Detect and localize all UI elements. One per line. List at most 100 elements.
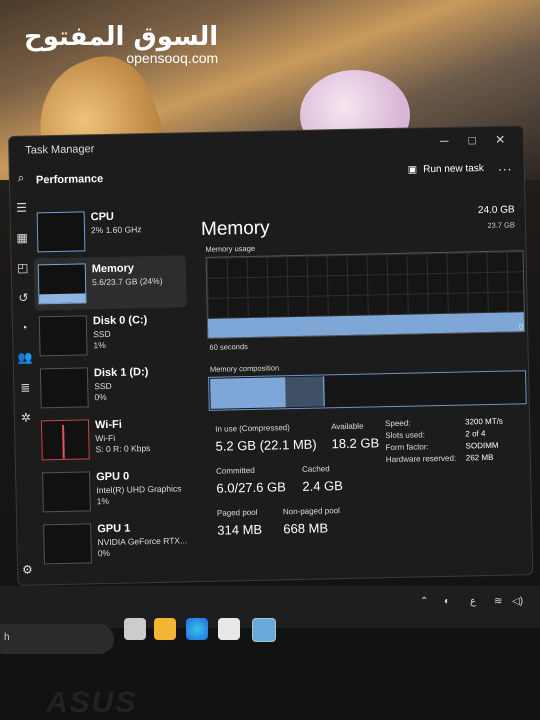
window-title: Task Manager — [25, 143, 95, 157]
paged-pool-label: Paged pool — [216, 507, 258, 518]
memory-thumbnail-fill — [39, 293, 86, 304]
task-view-icon[interactable] — [124, 618, 146, 640]
resource-item-wifi[interactable]: Wi-Fi Wi-Fi S: 0 R: 0 Kbps — [37, 411, 190, 466]
page-title: Performance — [35, 173, 104, 187]
item-name: Disk 1 (D:) — [93, 366, 149, 380]
item-name: GPU 0 — [96, 470, 130, 484]
resource-item-cpu[interactable]: CPU 2% 1.60 GHz — [32, 203, 185, 258]
site-watermark: السوق المفتوح opensooq.com — [24, 22, 218, 66]
run-new-task-label: Run new task — [423, 163, 484, 176]
item-detail: NVIDIA GeForce RTX... — [97, 535, 188, 548]
tray-app-icon[interactable]: ◐ — [444, 596, 450, 607]
available-value: 18.2 GB — [331, 435, 380, 452]
resource-item-disk1[interactable]: Disk 1 (D:) SSD 0% — [36, 359, 189, 414]
time-span-label: 60 seconds — [209, 342, 248, 352]
resource-item-gpu1[interactable]: GPU 1 NVIDIA GeForce RTX... 0% — [39, 515, 192, 570]
store-icon[interactable] — [218, 618, 240, 640]
cached-value: 2.4 GB — [302, 478, 344, 494]
settings-gear-icon[interactable]: ⚙ — [22, 563, 33, 577]
item-detail: 2% 1.60 GHz — [90, 224, 142, 236]
close-button[interactable]: ✕ — [489, 130, 511, 148]
search-input-text: h — [4, 632, 10, 643]
wifi-icon[interactable]: ≋ — [494, 596, 502, 607]
hardware-reserved-label: Hardware reserved: — [385, 453, 457, 465]
memory-composition-bar — [208, 370, 527, 411]
search-icon[interactable]: ⌕ — [14, 171, 28, 185]
resource-item-memory[interactable]: Memory 5.6/23.7 GB (24%) — [33, 255, 187, 311]
input-language[interactable]: ع — [470, 596, 476, 607]
hardware-reserved-value: 262 MB — [465, 452, 494, 463]
tray-chevron-icon[interactable]: ⌃ — [420, 596, 428, 607]
disk1-thumbnail-graph — [39, 367, 89, 409]
laptop-brand-logo: ASUS — [46, 686, 138, 719]
item-name: Disk 0 (C:) — [92, 314, 148, 328]
graph-max-label: 23.7 GB — [487, 220, 516, 230]
resource-item-disk0[interactable]: Disk 0 (C:) SSD 1% — [35, 307, 188, 362]
maximize-button[interactable]: □ — [461, 131, 483, 149]
non-paged-pool-value: 668 MB — [283, 520, 329, 537]
wifi-thumbnail-graph — [40, 419, 90, 461]
performance-icon[interactable]: ◰ — [16, 261, 30, 275]
item-detail-2: 1% — [93, 340, 106, 351]
task-manager-taskbar-icon[interactable] — [252, 618, 276, 642]
item-detail-2: S: 0 R: 0 Kbps — [95, 443, 151, 455]
resource-item-gpu0[interactable]: GPU 0 Intel(R) UHD Graphics 1% — [38, 463, 191, 518]
slots-value: 2 of 4 — [465, 429, 486, 439]
installed-memory: 24.0 GB — [477, 204, 515, 217]
volume-icon[interactable]: ◁) — [512, 596, 523, 607]
cpu-thumbnail-graph — [36, 211, 86, 253]
composition-in-use — [210, 377, 287, 409]
run-task-icon: ▣ — [407, 164, 418, 176]
run-new-task-button[interactable]: ▣ Run new task — [408, 163, 484, 176]
item-name: CPU — [90, 210, 115, 224]
memory-usage-graph — [205, 250, 526, 339]
edge-browser-icon[interactable] — [186, 618, 208, 640]
item-name: Wi-Fi — [94, 418, 122, 432]
wifi-traffic-spike — [62, 424, 65, 459]
gpu1-thumbnail-graph — [43, 523, 92, 565]
speed-label: Speed: — [385, 418, 411, 429]
item-detail-2: 0% — [97, 547, 111, 559]
slots-label: Slots used: — [385, 430, 426, 441]
composition-modified — [284, 376, 325, 408]
app-history-icon[interactable]: ↺ — [16, 291, 30, 305]
memory-composition-label: Memory composition — [209, 363, 280, 374]
item-detail-2: 1% — [96, 495, 110, 507]
file-explorer-icon[interactable] — [154, 618, 176, 640]
cached-label: Cached — [301, 464, 330, 474]
services-icon[interactable]: ✲ — [19, 411, 33, 425]
graph-min-label: 0 — [518, 322, 524, 332]
gpu0-thumbnail-graph — [42, 471, 91, 513]
hamburger-menu-icon[interactable]: ☰ — [14, 201, 28, 215]
memory-thumbnail-graph — [37, 263, 87, 305]
item-detail: Intel(R) UHD Graphics — [96, 483, 182, 496]
detail-title: Memory — [200, 217, 270, 240]
item-detail: SSD — [93, 328, 111, 340]
paged-pool-value: 314 MB — [217, 521, 263, 538]
watermark-english: opensooq.com — [126, 50, 219, 66]
disk0-thumbnail-graph — [38, 315, 88, 357]
task-manager-window: Task Manager ─ □ ✕ ⌕ ☰ ▦ ◰ ↺ ◔ 👥 ≣ ✲ Per… — [8, 125, 534, 586]
in-use-label: In use (Compressed) — [215, 423, 290, 434]
details-icon[interactable]: ≣ — [18, 381, 32, 395]
startup-apps-icon[interactable]: ◔ — [17, 321, 31, 335]
watermark-arabic: السوق المفتوح — [24, 22, 219, 52]
item-detail: Wi-Fi — [95, 432, 116, 444]
users-icon[interactable]: 👥 — [18, 351, 33, 365]
memory-usage-label: Memory usage — [205, 243, 256, 254]
minimize-button[interactable]: ─ — [433, 132, 455, 150]
more-options-button[interactable]: ··· — [498, 160, 512, 176]
available-label: Available — [331, 421, 364, 432]
form-factor-value: SODIMM — [465, 440, 499, 451]
resource-list: CPU 2% 1.60 GHz Memory 5.6/23.7 GB (24%)… — [32, 203, 192, 570]
committed-value: 6.0/27.6 GB — [216, 479, 286, 496]
item-detail: SSD — [94, 380, 112, 392]
form-factor-label: Form factor: — [385, 442, 429, 453]
memory-usage-fill — [207, 312, 525, 338]
item-detail-2: 0% — [94, 391, 107, 403]
taskbar-search-box[interactable]: h — [0, 624, 114, 654]
processes-icon[interactable]: ▦ — [15, 231, 29, 245]
speed-value: 3200 MT/s — [464, 416, 503, 427]
item-name: Memory — [91, 262, 135, 276]
committed-label: Committed — [215, 465, 255, 476]
